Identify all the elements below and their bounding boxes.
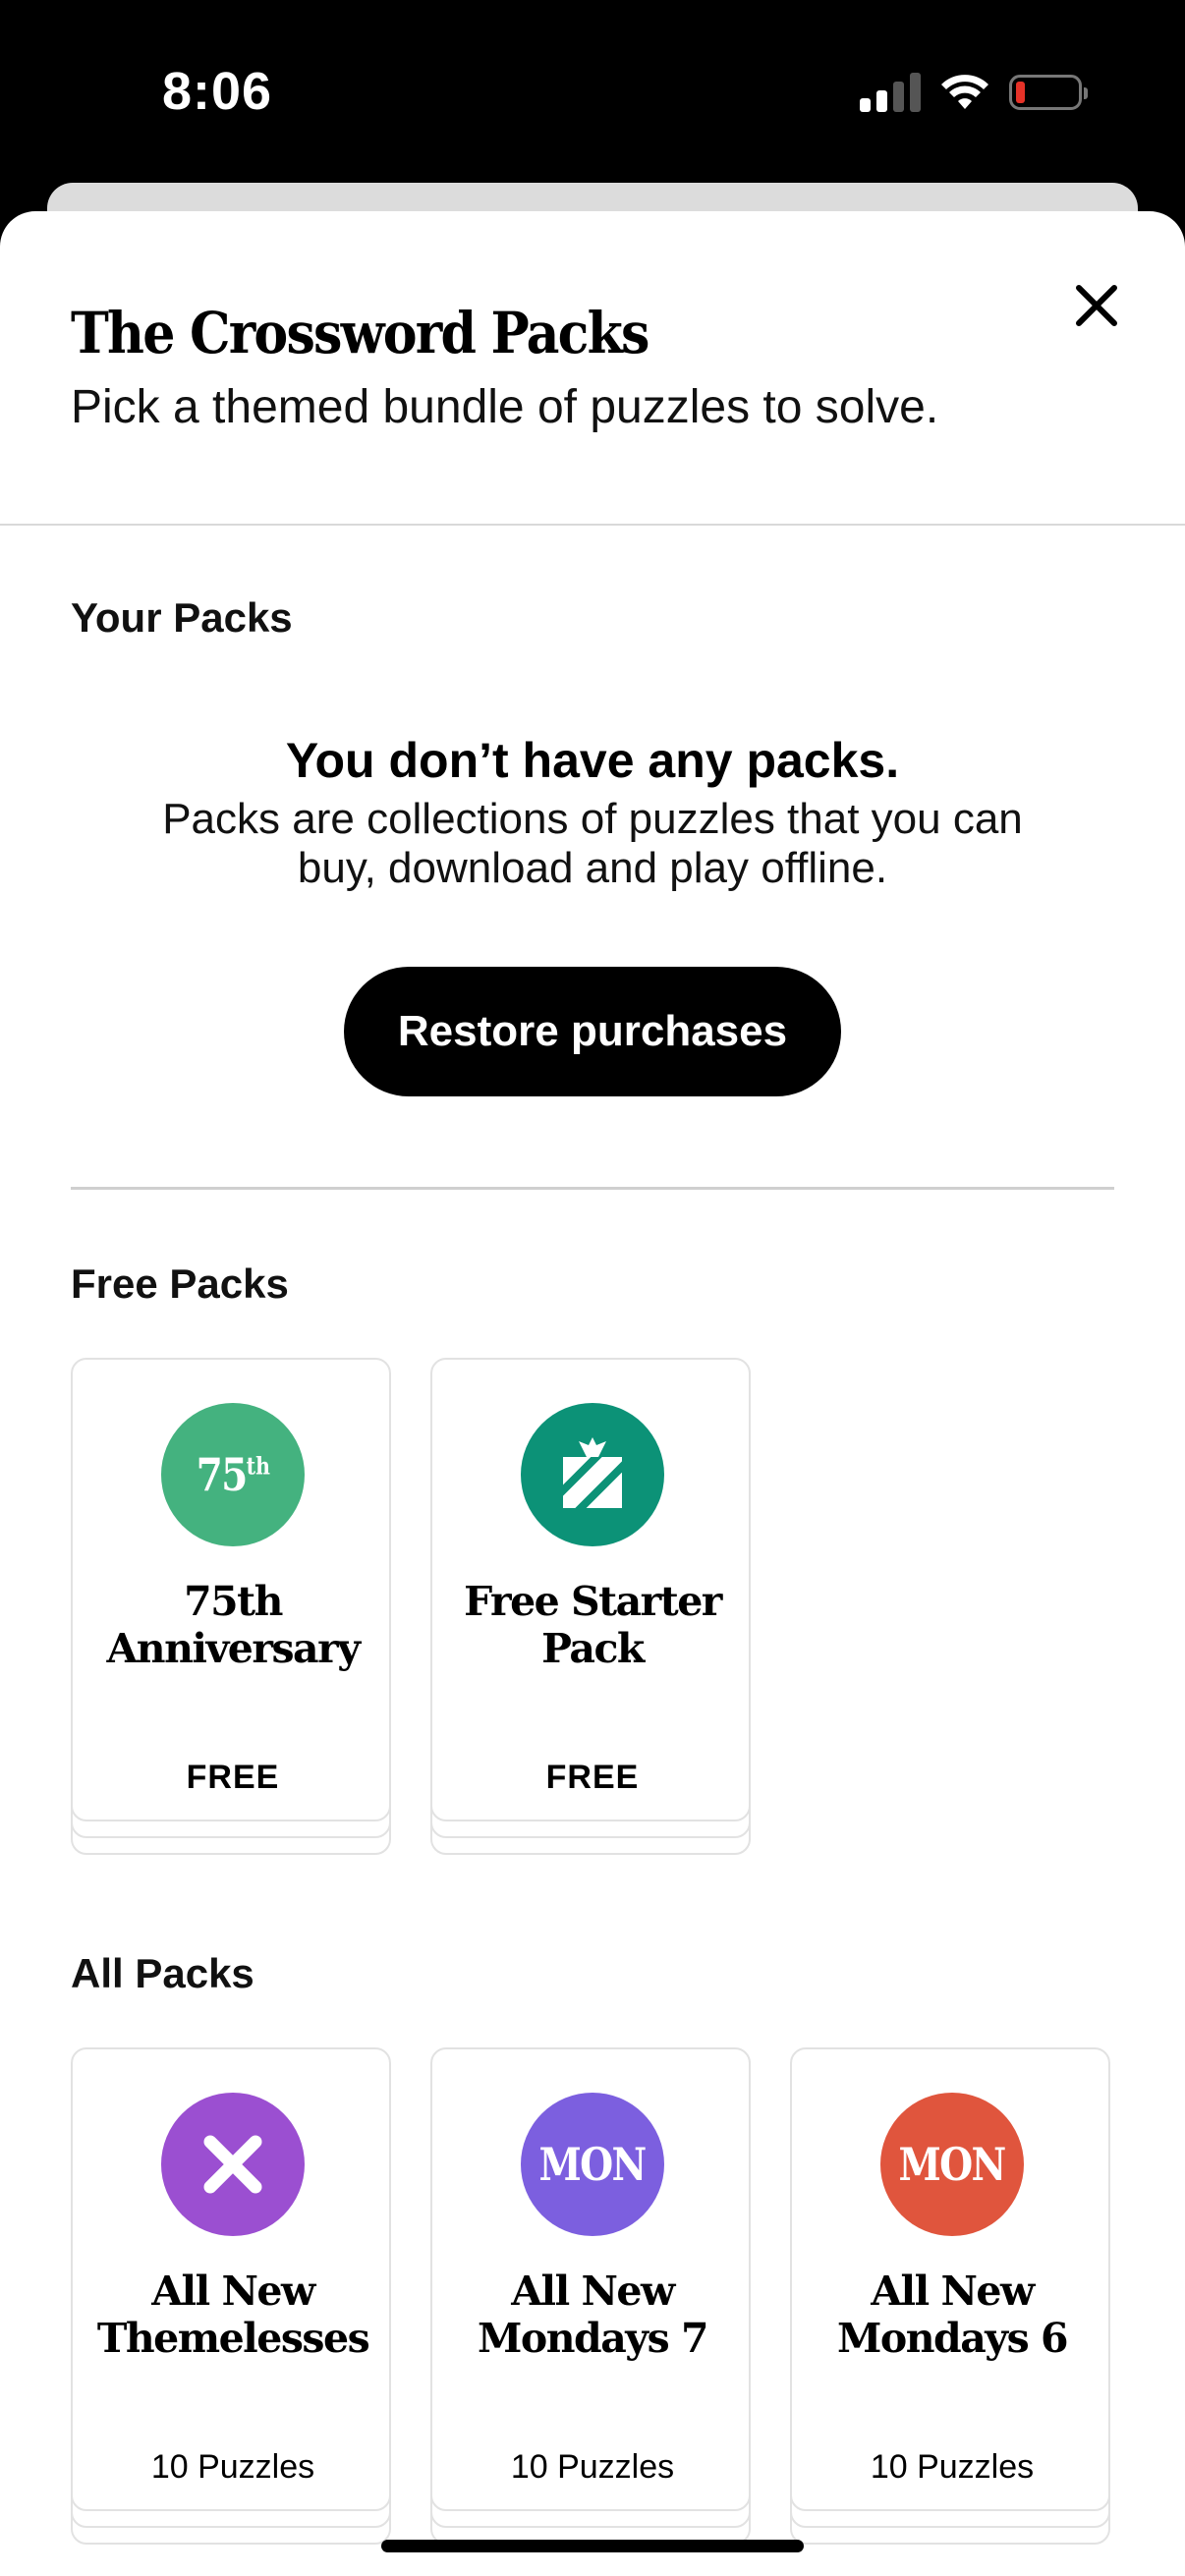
- x-icon: [161, 2093, 305, 2236]
- free-packs-heading: Free Packs: [71, 1260, 289, 1307]
- pack-title-line: Mondays 6: [837, 2315, 1068, 2362]
- status-time: 8:06: [162, 62, 273, 121]
- packs-sheet: The Crossword Packs Pick a themed bundle…: [0, 211, 1185, 2576]
- all-packs-row: All New Themelesses 10 Puzzles MON All N…: [71, 2047, 1110, 2545]
- pack-card-free-starter[interactable]: Free Starter Pack FREE: [430, 1358, 751, 1855]
- pack-puzzle-count: 10 Puzzles: [150, 2448, 315, 2486]
- pack-puzzle-count: 10 Puzzles: [510, 2448, 675, 2486]
- battery-icon: [1009, 75, 1088, 110]
- close-button[interactable]: [1069, 278, 1124, 333]
- pack-title: All New Themelesses: [83, 2268, 383, 2362]
- pack-card-mondays-7[interactable]: MON All New Mondays 7 10 Puzzles: [430, 2047, 751, 2545]
- pack-card-themelesses[interactable]: All New Themelesses 10 Puzzles: [71, 2047, 391, 2545]
- pack-price: FREE: [545, 1759, 640, 1796]
- pack-title: All New Mondays 7: [442, 2268, 743, 2362]
- close-icon: [1076, 285, 1117, 326]
- status-icons: [860, 73, 1088, 112]
- mon-icon: MON: [521, 2093, 664, 2236]
- icon-label: 75: [196, 1448, 248, 1501]
- pack-title: 75th Anniversary: [83, 1578, 383, 1672]
- status-bar: 8:06: [0, 0, 1185, 182]
- pack-card[interactable]: Free Starter Pack FREE: [430, 1358, 751, 1821]
- pack-title-line: 75th: [184, 1578, 283, 1625]
- mon-icon: MON: [880, 2093, 1024, 2236]
- cellular-signal-icon: [860, 73, 921, 112]
- screen: 8:06 The Crossword Packs Pick a themed b…: [0, 0, 1185, 2576]
- pack-card[interactable]: MON All New Mondays 6 10 Puzzles: [790, 2047, 1110, 2511]
- empty-state-description: Packs are collections of puzzles that yo…: [162, 795, 1023, 892]
- x-glyph: [203, 2135, 262, 2194]
- pack-title-line: Free Starter: [464, 1578, 722, 1625]
- pack-card[interactable]: 75th 75th Anniversary FREE: [71, 1358, 391, 1821]
- pack-title: All New Mondays 6: [802, 2268, 1102, 2362]
- icon-label: MON: [898, 2138, 1007, 2191]
- gift-glyph: [563, 1437, 622, 1508]
- pack-title-line: Anniversary: [106, 1625, 361, 1672]
- wifi-icon: [941, 75, 988, 109]
- pack-title-line: All New: [151, 2268, 315, 2315]
- pack-price: FREE: [186, 1759, 280, 1796]
- pack-title-line: Pack: [541, 1625, 645, 1672]
- pack-card[interactable]: MON All New Mondays 7 10 Puzzles: [430, 2047, 751, 2511]
- battery-level: [1016, 82, 1025, 103]
- page-subtitle: Pick a themed bundle of puzzles to solve…: [71, 381, 939, 433]
- gift-icon: [521, 1403, 664, 1546]
- 75th-anniversary-icon: 75th: [161, 1403, 305, 1546]
- pack-puzzle-count: 10 Puzzles: [870, 2448, 1035, 2486]
- empty-state-title: You don’t have any packs.: [285, 733, 900, 788]
- icon-label-suffix: th: [246, 1451, 270, 1481]
- pack-title-line: All New: [871, 2268, 1035, 2315]
- all-packs-heading: All Packs: [71, 1950, 254, 1996]
- section-divider: [71, 1187, 1114, 1190]
- your-packs-heading: Your Packs: [71, 594, 293, 641]
- pack-title: Free Starter Pack: [442, 1578, 743, 1672]
- pack-card-mondays-6[interactable]: MON All New Mondays 6 10 Puzzles: [790, 2047, 1110, 2545]
- free-packs-row: 75th 75th Anniversary FREE Free Starter …: [71, 1358, 751, 1855]
- restore-purchases-button[interactable]: Restore purchases: [344, 967, 841, 1096]
- home-indicator[interactable]: [381, 2540, 804, 2552]
- pack-title-line: Themelesses: [96, 2315, 370, 2362]
- pack-title-line: Mondays 7: [478, 2315, 708, 2362]
- icon-label: MON: [538, 2138, 648, 2191]
- sheet-header: The Crossword Packs Pick a themed bundle…: [0, 211, 1185, 526]
- pack-card-75th-anniversary[interactable]: 75th 75th Anniversary FREE: [71, 1358, 391, 1855]
- pack-title-line: All New: [511, 2268, 675, 2315]
- page-title: The Crossword Packs: [71, 300, 649, 366]
- pack-card[interactable]: All New Themelesses 10 Puzzles: [71, 2047, 391, 2511]
